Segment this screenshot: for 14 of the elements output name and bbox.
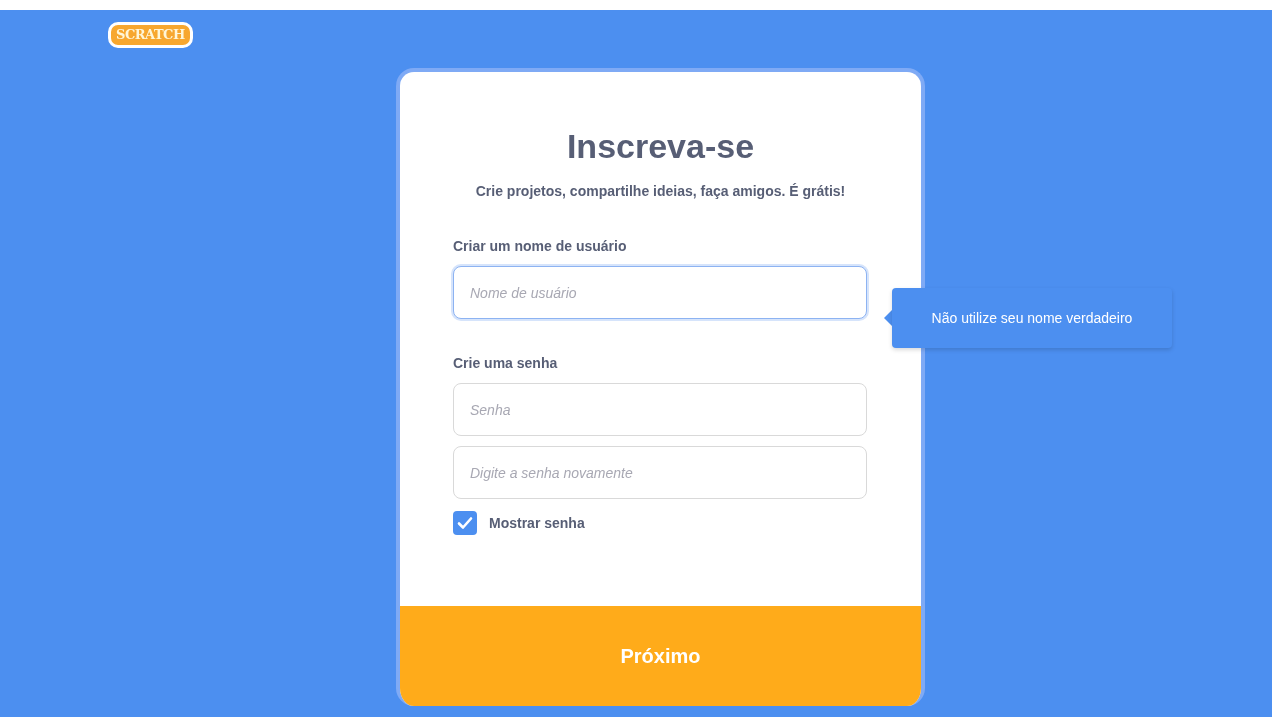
input-field[interactable]: Senha xyxy=(453,383,867,436)
checkbox-label: Mostrar senha xyxy=(489,515,585,531)
field-label: Criar um nome de usuário xyxy=(453,238,628,254)
card-title: Inscreva-se xyxy=(565,127,756,166)
scratch-logo[interactable]: SCRATCH xyxy=(108,22,193,48)
tooltip-pointer-icon xyxy=(884,310,892,326)
input-field[interactable]: Digite a senha novamente xyxy=(453,446,867,499)
field-label: Crie uma senha xyxy=(453,355,559,371)
next-button[interactable]: Próximo xyxy=(400,606,921,706)
checkbox[interactable] xyxy=(453,511,477,535)
input-field[interactable]: Nome de usuário xyxy=(453,266,867,319)
check-icon xyxy=(457,515,473,531)
card-subtitle: Crie projetos, compartilhe ideias, faça amigos. É grátis! xyxy=(474,182,847,200)
tooltip: Não utilize seu nome verdadeiro xyxy=(892,288,1172,348)
